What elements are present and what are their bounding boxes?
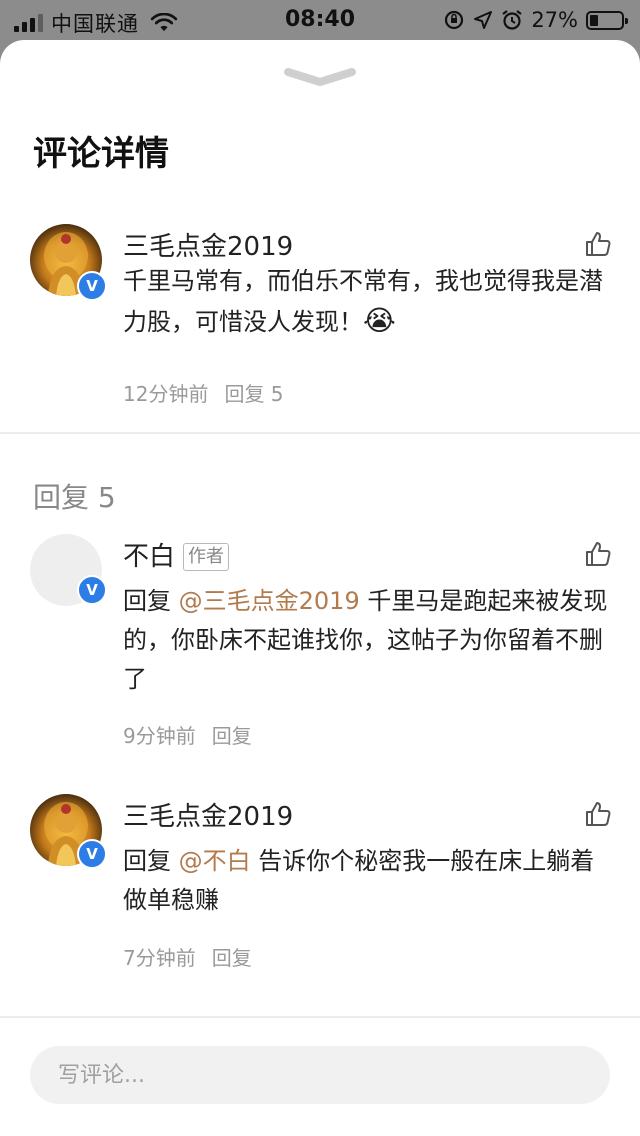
verified-badge-icon: V — [77, 271, 107, 301]
rotation-lock-icon — [445, 10, 464, 30]
thumbs-up-icon[interactable] — [584, 540, 612, 568]
comment-text: 千里马常有，而伯乐不常有，我也觉得我是潜力股，可惜没人发现！😭 — [123, 267, 603, 337]
verified-badge-icon: V — [77, 839, 107, 869]
mention-link[interactable]: @不白 — [179, 847, 251, 875]
comment-composer — [0, 1016, 640, 1136]
comment-input[interactable] — [30, 1046, 610, 1104]
comment-meta: 12分钟前 回复 5 — [123, 378, 284, 407]
reply-text: 回复 @不白 告诉你个秘密我一般在床上躺着做单稳赚 — [123, 847, 595, 914]
mention-link[interactable]: @三毛点金2019 — [179, 587, 360, 615]
thumbs-up-icon[interactable] — [584, 230, 612, 258]
verified-badge-icon: V — [77, 575, 107, 605]
comment-author[interactable]: 三毛点金2019 — [123, 226, 293, 263]
chevron-down-icon[interactable] — [280, 62, 360, 92]
thumbs-up-icon[interactable] — [584, 800, 612, 828]
reply-count-link[interactable]: 回复 5 — [224, 382, 283, 406]
section-divider — [0, 432, 640, 434]
alarm-icon — [502, 10, 522, 30]
replies-section-label: 回复 5 — [33, 481, 116, 514]
location-icon — [474, 11, 493, 29]
reply-time: 7分钟前 — [123, 946, 196, 970]
reply-button[interactable]: 回复 — [212, 946, 252, 970]
reply-time: 9分钟前 — [123, 724, 196, 748]
reply-author: 不白 作者 — [123, 536, 230, 573]
reply-button[interactable]: 回复 — [212, 724, 252, 748]
comment-detail-sheet: 评论详情 V 三毛点金2019 千里马常有，而伯乐不常有，我也觉得我是潜力股，可… — [0, 40, 640, 1136]
reply-meta: 7分钟前 回复 — [123, 942, 252, 971]
author-tag: 作者 — [183, 543, 230, 571]
page-title: 评论详情 — [33, 134, 169, 174]
comment-time: 12分钟前 — [123, 382, 209, 406]
battery-percent: 27% — [531, 8, 578, 32]
battery-icon — [586, 10, 628, 30]
crying-emoji: 😭 — [363, 304, 396, 337]
reply-meta: 9分钟前 回复 — [123, 720, 252, 749]
reply-text: 回复 @三毛点金2019 千里马是跑起来被发现的，你卧床不起谁找你，这帖子为你留… — [123, 587, 608, 693]
reply-author[interactable]: 三毛点金2019 — [123, 796, 293, 833]
status-bar: 中国联通 08:40 27% — [0, 0, 640, 40]
